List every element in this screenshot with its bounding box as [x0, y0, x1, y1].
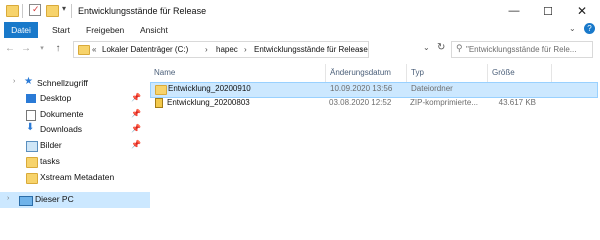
table-row[interactable]: Entwicklung_20200803 03.08.2020 12:52 ZI…	[150, 97, 596, 111]
address-dropdown-icon[interactable]: ⌄	[423, 43, 430, 52]
back-icon[interactable]: ←	[4, 43, 16, 55]
tab-freigeben[interactable]: Freigeben	[86, 22, 124, 38]
sidebar-item-label: tasks	[40, 156, 60, 166]
title-separator	[71, 4, 72, 18]
pin-icon[interactable]: 📌	[131, 109, 141, 118]
file-type: Dateiordner	[411, 84, 453, 93]
table-row[interactable]: Entwicklung_20200910 10.09.2020 13:56 Da…	[150, 82, 598, 98]
sidebar-item-label: Schnellzugriff	[37, 78, 88, 88]
forward-icon[interactable]: →	[20, 43, 32, 55]
pin-icon[interactable]: 📌	[131, 93, 141, 102]
sidebar-item-bilder[interactable]: Bilder 📌	[0, 138, 150, 153]
properties-icon[interactable]: ✓	[29, 4, 41, 16]
column-divider[interactable]	[406, 64, 407, 82]
file-date: 10.09.2020 13:56	[330, 84, 393, 93]
column-header-type[interactable]: Typ	[411, 66, 424, 80]
sidebar-item-label: Downloads	[40, 124, 83, 134]
folder-icon	[6, 5, 19, 17]
file-size: 43.617 KB	[498, 98, 536, 107]
sidebar-item-label: Desktop	[40, 93, 72, 103]
breadcrumb-release[interactable]: Entwicklungsstände für Release	[254, 42, 368, 57]
chevron-right-icon[interactable]: ›	[205, 42, 208, 57]
star-icon: ★	[24, 76, 33, 87]
sidebar-item-dokumente[interactable]: Dokumente 📌	[0, 107, 150, 122]
breadcrumb-drive[interactable]: Lokaler Datenträger (C:)	[102, 42, 188, 57]
search-input[interactable]: "Entwicklungsstände für Rele...	[466, 45, 576, 54]
refresh-icon[interactable]: ↻	[437, 42, 445, 53]
ribbon-expand-icon[interactable]: ⌄	[569, 24, 576, 33]
column-divider[interactable]	[487, 64, 488, 82]
new-folder-icon[interactable]	[46, 5, 59, 17]
tab-start[interactable]: Start	[52, 22, 70, 38]
pin-icon[interactable]: 📌	[131, 124, 141, 133]
crumb-overflow-icon[interactable]: «	[92, 42, 96, 57]
search-icon: ⚲	[456, 43, 463, 53]
address-bar[interactable]: « Lokaler Datenträger (C:) › hapec › Ent…	[73, 41, 369, 58]
minimize-icon[interactable]: —	[497, 0, 531, 22]
chevron-right-icon[interactable]: ›	[360, 42, 363, 57]
desktop-icon	[26, 94, 36, 103]
sidebar-item-label: Xstream Metadaten	[40, 172, 115, 182]
quick-access-dropdown-icon[interactable]: ▾	[62, 4, 66, 13]
sidebar-item-xstream-metadaten[interactable]: Xstream Metadaten	[0, 170, 150, 185]
column-divider[interactable]	[325, 64, 326, 82]
folder-icon	[26, 157, 38, 168]
file-type: ZIP-komprimierte...	[410, 98, 479, 107]
chevron-right-icon[interactable]: ›	[13, 78, 15, 85]
folder-icon	[26, 173, 38, 184]
sidebar-item-label: Dokumente	[40, 109, 84, 119]
pictures-icon	[26, 141, 38, 152]
folder-icon	[155, 85, 167, 95]
tab-datei[interactable]: Datei	[4, 22, 38, 38]
download-icon: ⬇	[26, 122, 35, 133]
column-header-name[interactable]: Name	[154, 66, 175, 80]
column-header-date[interactable]: Änderungsdatum	[330, 66, 391, 80]
sidebar-item-downloads[interactable]: ⬇ Downloads 📌	[0, 122, 150, 137]
sidebar-item-dieser-pc[interactable]: › Dieser PC	[0, 192, 150, 208]
sidebar-item-quick-access[interactable]: › ★ Schnellzugriff	[0, 76, 150, 91]
column-header-size[interactable]: Größe	[492, 66, 515, 80]
column-divider[interactable]	[551, 64, 552, 82]
up-icon[interactable]: ↑	[52, 43, 64, 55]
search-box[interactable]: ⚲ "Entwicklungsstände für Rele...	[451, 41, 593, 58]
sidebar-item-label: Bilder	[40, 140, 62, 150]
chevron-right-icon[interactable]: ›	[244, 42, 247, 57]
folder-icon	[78, 45, 90, 55]
recent-locations-icon[interactable]: ▾	[36, 43, 48, 55]
sidebar-item-label: Dieser PC	[35, 194, 74, 204]
help-icon[interactable]: ?	[584, 23, 595, 34]
pin-icon[interactable]: 📌	[131, 140, 141, 149]
sidebar-item-desktop[interactable]: Desktop 📌	[0, 91, 150, 106]
tab-ansicht[interactable]: Ansicht	[140, 22, 168, 38]
sidebar-item-tasks[interactable]: tasks	[0, 154, 150, 169]
maximize-icon[interactable]: ☐	[531, 0, 565, 22]
close-icon[interactable]: ✕	[565, 0, 599, 22]
file-date: 03.08.2020 12:52	[329, 98, 392, 107]
breadcrumb-hapec[interactable]: hapec	[216, 42, 238, 57]
window-title: Entwicklungsstände für Release	[78, 6, 207, 16]
file-name: Entwicklung_20200803	[167, 98, 250, 107]
computer-icon	[19, 196, 33, 206]
zip-icon	[155, 98, 163, 108]
file-name: Entwicklung_20200910	[168, 84, 251, 93]
documents-icon	[26, 110, 36, 121]
chevron-right-icon[interactable]: ›	[7, 195, 9, 202]
title-separator	[22, 4, 23, 18]
